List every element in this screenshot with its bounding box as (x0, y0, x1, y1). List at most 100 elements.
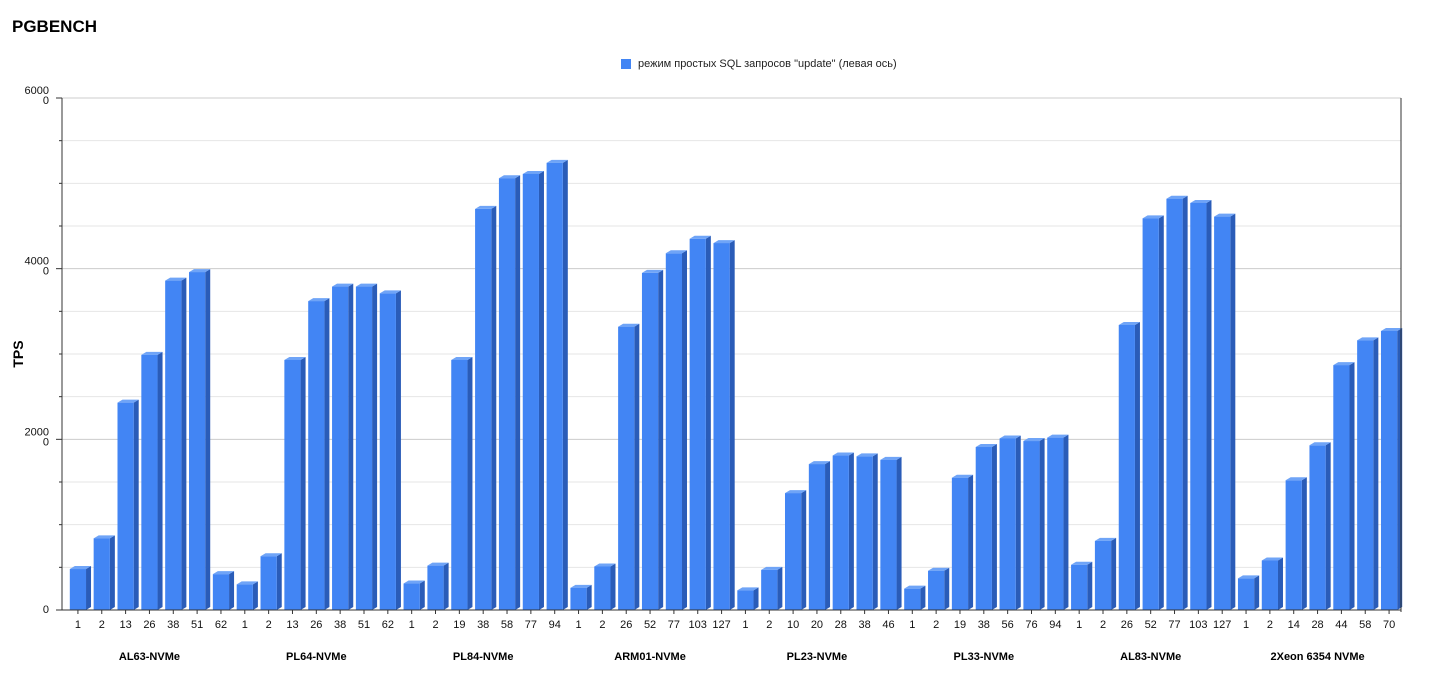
group-label: ARM01-NVMe (614, 651, 686, 663)
x-tick-label: 2 (432, 619, 438, 631)
bar-side (777, 566, 783, 610)
bar-side (968, 474, 974, 610)
bar (141, 351, 163, 610)
bars-layer (69, 159, 1403, 611)
bar-front (618, 326, 635, 610)
x-tick-label: 76 (1025, 619, 1037, 631)
bar-front (236, 584, 253, 610)
x-tick-label: 20 (811, 619, 823, 631)
bar (308, 298, 330, 610)
bar-front (1380, 330, 1398, 610)
bar-front (951, 477, 969, 610)
x-tick-label: 51 (358, 619, 370, 631)
bar (546, 159, 568, 610)
x-tick-label: 2 (766, 619, 772, 631)
bar (260, 553, 282, 610)
x-tick-label: 19 (954, 619, 966, 631)
bar-side (1277, 557, 1283, 610)
x-tick-label: 2 (1267, 619, 1273, 631)
bar-front (212, 574, 230, 610)
bar-side (1015, 435, 1021, 610)
bar-side (157, 351, 163, 610)
bar (737, 587, 759, 610)
x-tick-label: 13 (119, 619, 131, 631)
x-tick-label: 2 (266, 619, 272, 631)
bar (975, 444, 997, 610)
bar-front (665, 253, 683, 610)
bar (832, 452, 854, 610)
bar (1214, 213, 1236, 610)
bar (165, 277, 187, 610)
x-tick-label: 26 (143, 619, 155, 631)
bar-side (86, 566, 92, 610)
bar-side (467, 356, 473, 610)
bar-front (379, 293, 396, 610)
bar-front (1285, 480, 1302, 610)
bar (761, 566, 783, 610)
bar-side (682, 250, 688, 610)
bar-side (705, 235, 711, 611)
x-tick-label: 1 (409, 619, 415, 631)
bar-side (658, 269, 664, 610)
bar (355, 283, 378, 610)
x-tick-label: 46 (882, 619, 894, 631)
bar-side (1087, 561, 1093, 610)
x-tick-label: 127 (1213, 619, 1231, 631)
x-tick-label: 38 (334, 619, 346, 631)
bar (1118, 321, 1140, 610)
bar-front (975, 447, 992, 610)
bar (1285, 477, 1307, 610)
bar-front (832, 455, 849, 610)
bar-side (825, 461, 831, 610)
bar-side (586, 584, 592, 610)
bar (1166, 195, 1188, 610)
bar-front (856, 456, 873, 610)
bar-side (252, 581, 258, 610)
bar-front (784, 493, 802, 610)
x-tick-label: 2 (933, 619, 939, 631)
bar-front (1309, 445, 1326, 610)
bar (1380, 327, 1403, 610)
group-label: PL23-NVMe (787, 651, 848, 663)
bar-side (1111, 537, 1117, 610)
x-tick-label: 94 (1049, 619, 1061, 631)
y-tick-label: 0 (43, 436, 49, 448)
bar (332, 283, 354, 610)
bar-side (753, 587, 759, 610)
bar (880, 456, 902, 610)
bar-front (1333, 365, 1350, 610)
bar-side (395, 290, 401, 610)
bar-front (641, 272, 659, 610)
bar-front (1071, 564, 1088, 610)
bar-side (872, 453, 878, 610)
bar-side (610, 563, 616, 610)
x-tick-label: 52 (1145, 619, 1157, 631)
bar-front (594, 566, 611, 610)
bar-front (1166, 198, 1183, 610)
bar-front (332, 286, 349, 610)
bar-side (276, 553, 282, 610)
x-tick-label: 14 (1288, 619, 1300, 631)
x-tick-label: 38 (858, 619, 870, 631)
bar-side (1325, 442, 1331, 610)
bar-front (546, 162, 563, 610)
bar-side (181, 277, 187, 610)
bar (1261, 557, 1283, 610)
x-tick-label: 1 (242, 619, 248, 631)
bar-front (69, 569, 87, 610)
x-tick-label: 28 (1311, 619, 1323, 631)
group-label: PL33-NVMe (954, 651, 1015, 663)
bar-front (189, 272, 206, 610)
bar (475, 205, 497, 610)
bar (69, 566, 92, 610)
bar (93, 535, 115, 610)
bar (1047, 434, 1069, 610)
bar (117, 399, 139, 610)
bar-front (1094, 540, 1112, 610)
bar-side (729, 240, 735, 611)
x-tick-label: 26 (620, 619, 632, 631)
bar-front (1357, 340, 1374, 610)
y-tick-label: 0 (43, 95, 49, 107)
x-tick-label: 51 (191, 619, 203, 631)
x-tick-label: 58 (1359, 619, 1371, 631)
